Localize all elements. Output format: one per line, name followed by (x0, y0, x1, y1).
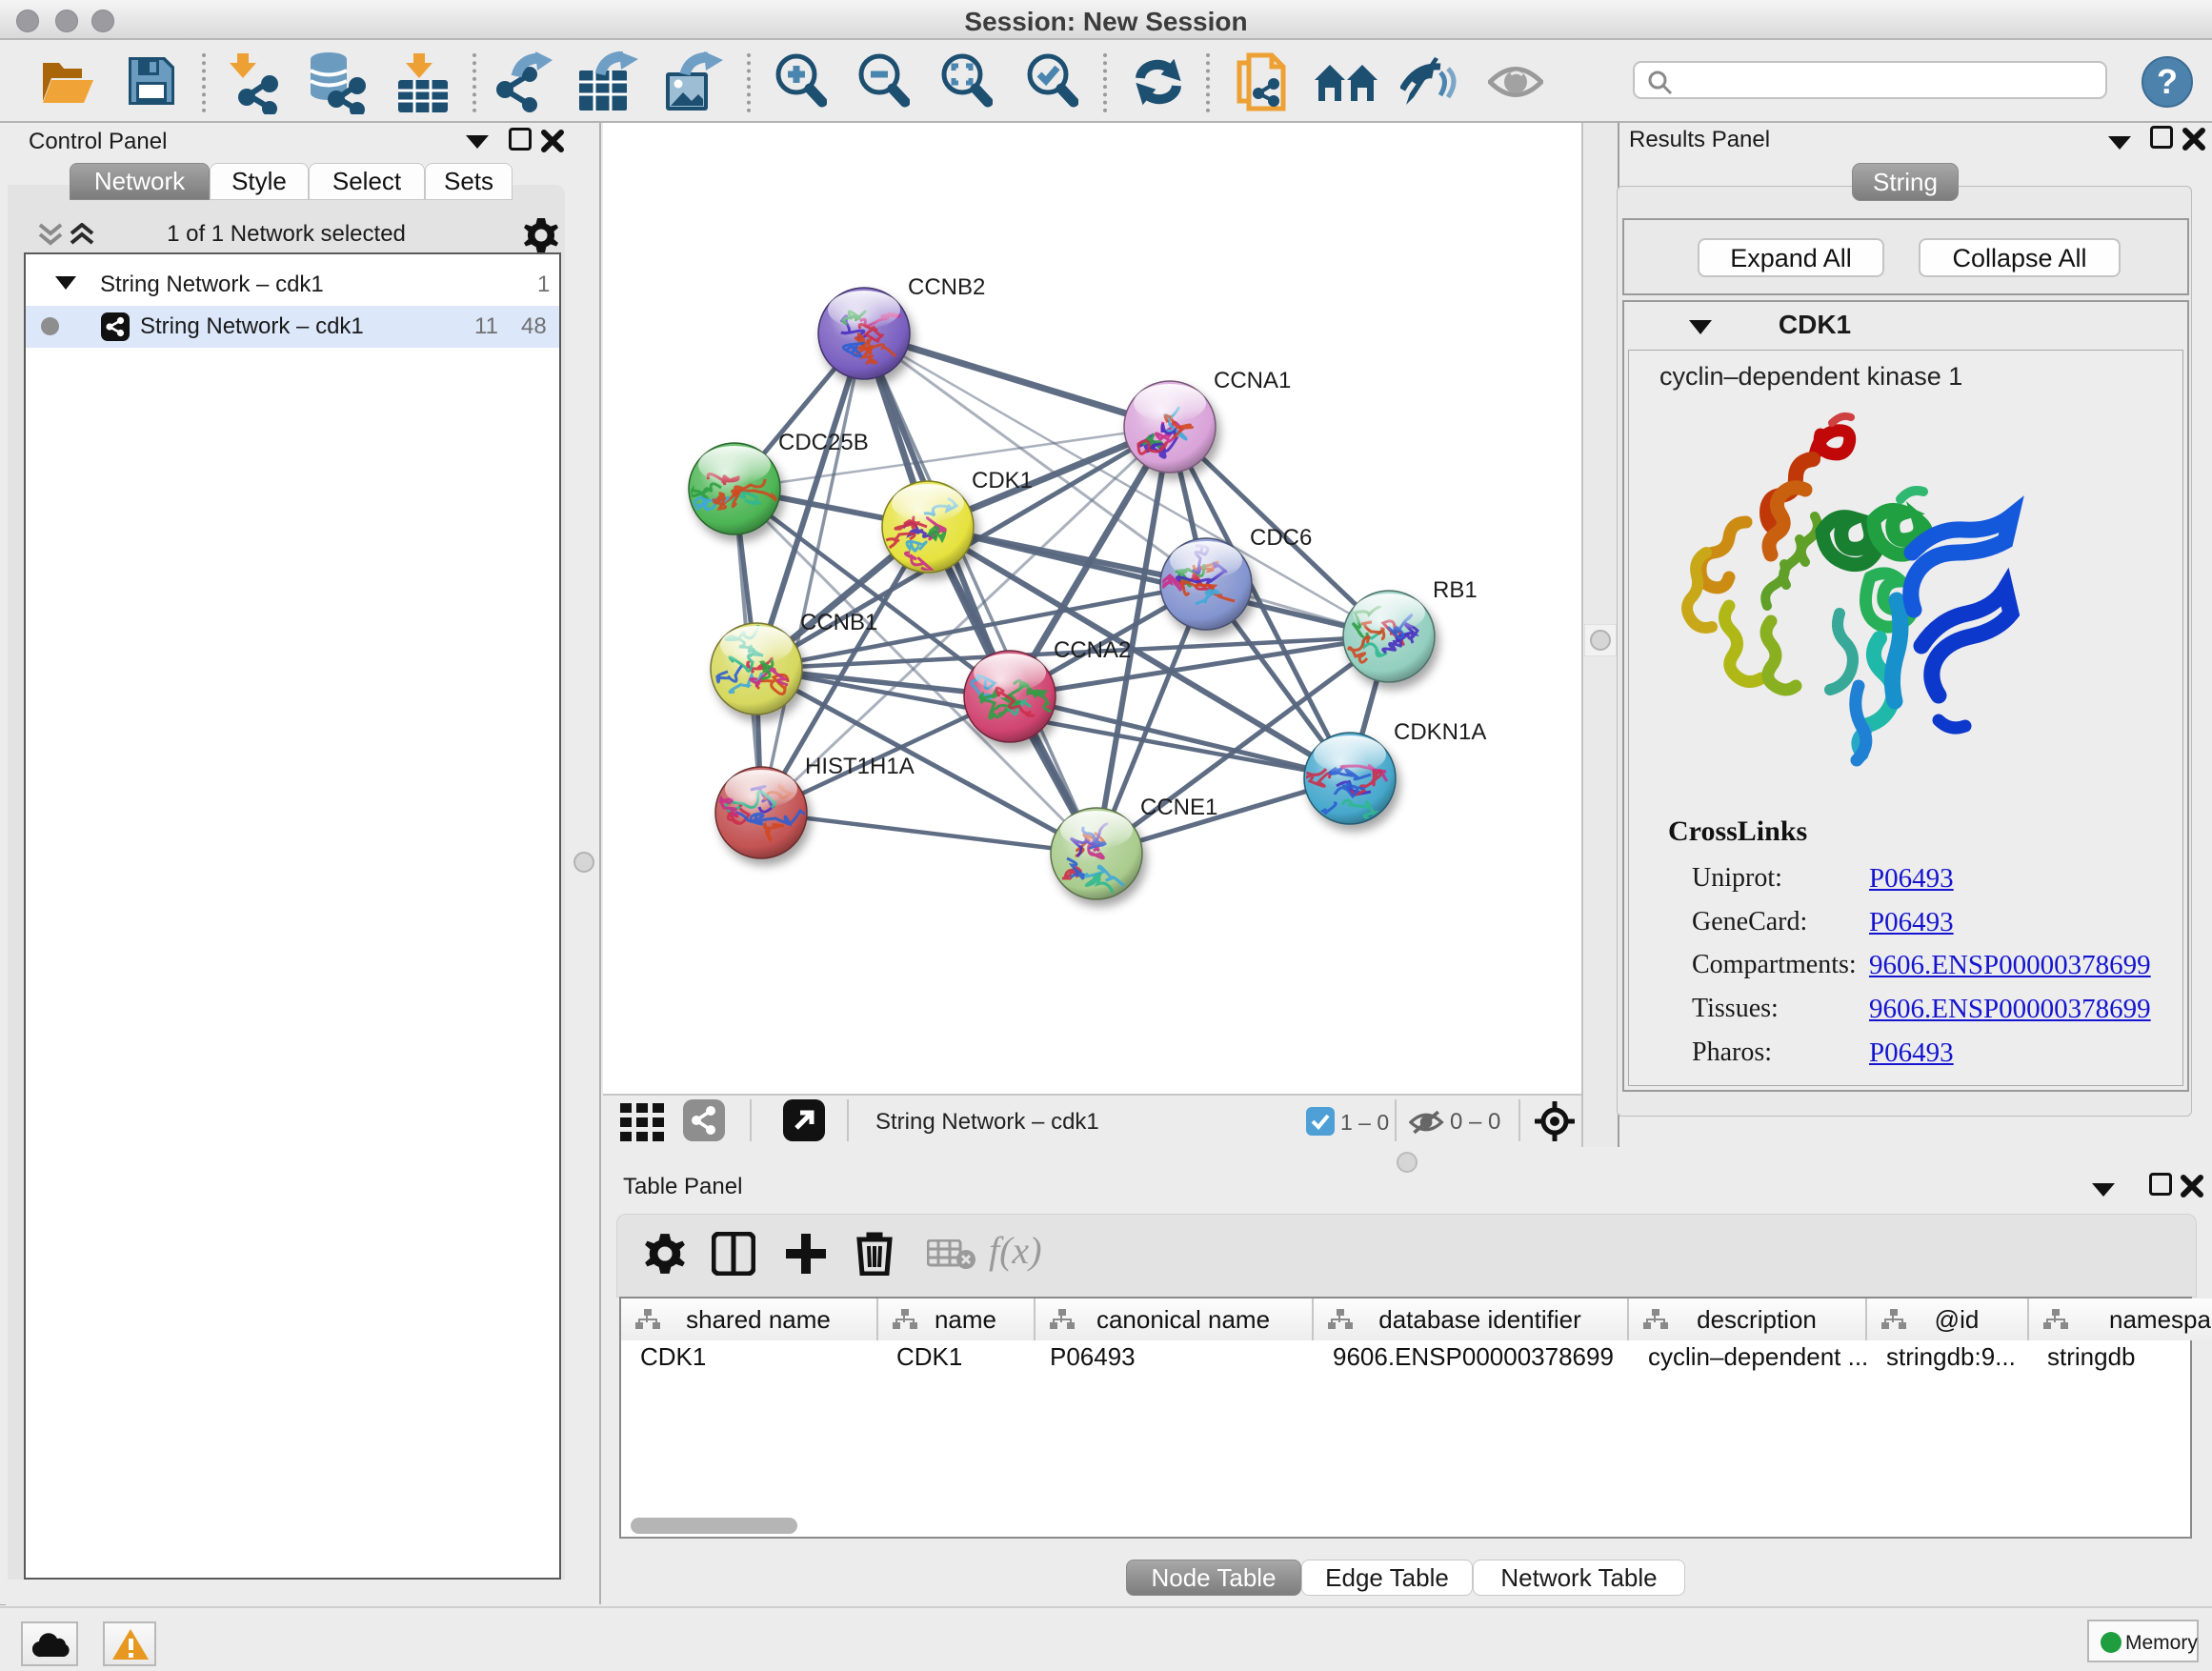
svg-text:CDC25B: CDC25B (778, 430, 869, 455)
svg-text:CCNB1: CCNB1 (800, 610, 877, 635)
svg-text:CDC6: CDC6 (1250, 525, 1312, 551)
svg-text:RB1: RB1 (1433, 577, 1478, 603)
svg-text:?: ? (2157, 62, 2178, 101)
svg-text:CDK1: CDK1 (972, 468, 1033, 493)
svg-text:CCNA2: CCNA2 (1054, 637, 1131, 663)
svg-text:HIST1H1A: HIST1H1A (805, 754, 915, 779)
svg-text:CCNB2: CCNB2 (908, 274, 985, 300)
svg-text:CCNA1: CCNA1 (1214, 368, 1291, 393)
svg-text:CDKN1A: CDKN1A (1394, 719, 1486, 745)
svg-text:CCNE1: CCNE1 (1140, 795, 1217, 820)
